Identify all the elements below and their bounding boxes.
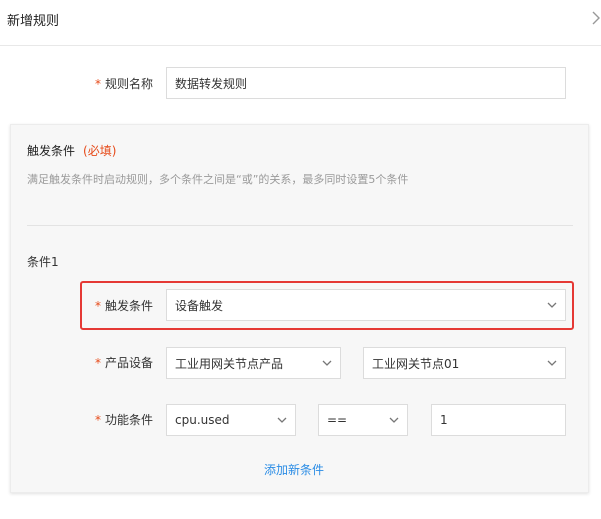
function-field-value: cpu.used	[175, 413, 230, 427]
divider	[27, 225, 573, 226]
product-value: 工业用网关节点产品	[175, 356, 284, 371]
function-field-select[interactable]: cpu.used	[166, 404, 296, 436]
operator-select[interactable]: ==	[318, 404, 408, 436]
device-select[interactable]: 工业网关节点01	[363, 347, 566, 379]
trigger-condition-value: 设备触发	[175, 298, 224, 313]
rule-name-input[interactable]: 数据转发规则	[166, 67, 566, 99]
chevron-down-icon	[322, 358, 332, 368]
chevron-down-icon	[547, 300, 557, 310]
rule-name-label: * 规则名称	[95, 77, 154, 91]
required-mark: *	[95, 356, 101, 370]
dialog-header: 新增规则	[0, 0, 601, 46]
required-mark: *	[95, 299, 101, 313]
device-value: 工业网关节点01	[372, 356, 460, 371]
compare-value: 1	[440, 413, 448, 427]
rule-name-value: 数据转发规则	[175, 76, 248, 91]
required-mark: *	[95, 413, 101, 427]
operator-value: ==	[327, 413, 348, 427]
trigger-section-description: 满足触发条件时启动规则，多个条件之间是“或”的关系，最多同时设置5个条件	[27, 173, 409, 186]
condition-title: 条件1	[27, 255, 59, 269]
dialog-title: 新增规则	[7, 14, 60, 29]
chevron-down-icon	[277, 415, 287, 425]
trigger-condition-label: * 触发条件	[95, 299, 154, 313]
add-condition-link[interactable]: 添加新条件	[264, 461, 324, 478]
compare-value-input[interactable]: 1	[431, 404, 566, 436]
trigger-condition-select[interactable]: 设备触发	[166, 289, 566, 321]
product-select[interactable]: 工业用网关节点产品	[166, 347, 341, 379]
chevron-down-icon	[389, 415, 399, 425]
required-tag: (必填)	[83, 144, 117, 158]
function-condition-label: * 功能条件	[95, 413, 154, 427]
close-icon[interactable]	[591, 10, 601, 26]
trigger-section-title: 触发条件 (必填)	[27, 144, 117, 158]
chevron-down-icon	[547, 358, 557, 368]
required-mark: *	[95, 77, 101, 91]
product-device-label: * 产品设备	[95, 356, 154, 370]
